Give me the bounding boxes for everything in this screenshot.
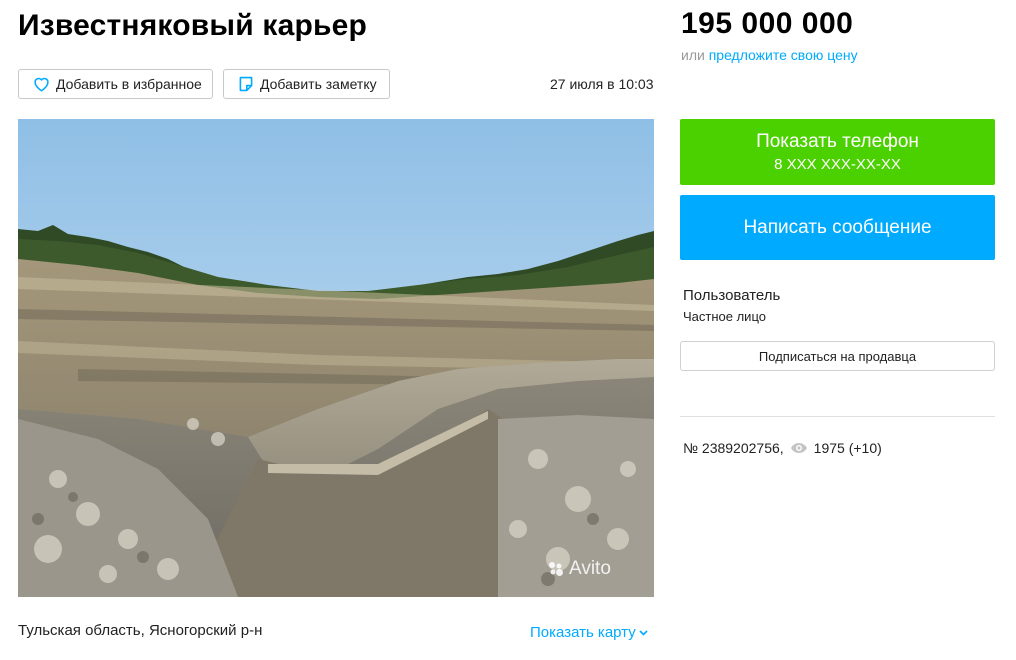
add-note-button[interactable]: Добавить заметку: [223, 69, 390, 99]
show-map-link[interactable]: Показать карту: [530, 624, 648, 641]
offer-price-link[interactable]: предложите свою цену: [709, 47, 858, 63]
ad-number: № 2389202756,: [683, 440, 784, 456]
views-count: 1975 (+10): [813, 440, 882, 456]
listing-address: Тульская область, Ясногорский р-н: [18, 622, 263, 639]
chevron-down-icon: [639, 629, 648, 636]
divider: [680, 416, 995, 417]
price-offer: или предложите свою цену: [681, 47, 858, 63]
seller-type: Частное лицо: [683, 309, 766, 324]
show-phone-label: Показать телефон: [756, 131, 919, 152]
photo-watermark: Avito: [548, 558, 611, 580]
breadcrumb[interactable]: ···· ··········· ··· ······ ···········: [18, 0, 184, 6]
subscribe-seller-button[interactable]: Подписаться на продавца: [680, 341, 995, 371]
seller-name[interactable]: Пользователь: [683, 287, 780, 304]
phone-mask: 8 XXX XXX-XX-XX: [774, 156, 901, 173]
add-to-favorites-button[interactable]: Добавить в избранное: [18, 69, 213, 99]
show-phone-button[interactable]: Показать телефон 8 XXX XXX-XX-XX: [680, 119, 995, 185]
avito-logo-icon: [549, 562, 563, 576]
add-note-label: Добавить заметку: [260, 76, 377, 92]
offer-prefix: или: [681, 47, 705, 63]
write-message-button[interactable]: Написать сообщение: [680, 195, 995, 260]
listing-stats: № 2389202756, 1975 (+10): [683, 440, 882, 456]
listing-photo[interactable]: [18, 119, 654, 597]
show-map-label: Показать карту: [530, 624, 636, 641]
quarry-image: [18, 119, 654, 597]
watermark-text: Avito: [569, 558, 611, 579]
price: 195 000 000: [681, 7, 854, 40]
note-icon: [239, 76, 253, 92]
publish-date: 27 июля в 10:03: [550, 76, 654, 92]
eye-icon: [790, 443, 807, 453]
add-to-favorites-label: Добавить в избранное: [56, 76, 202, 92]
heart-icon: [34, 77, 49, 92]
page-title: Известняковый карьер: [18, 9, 368, 42]
